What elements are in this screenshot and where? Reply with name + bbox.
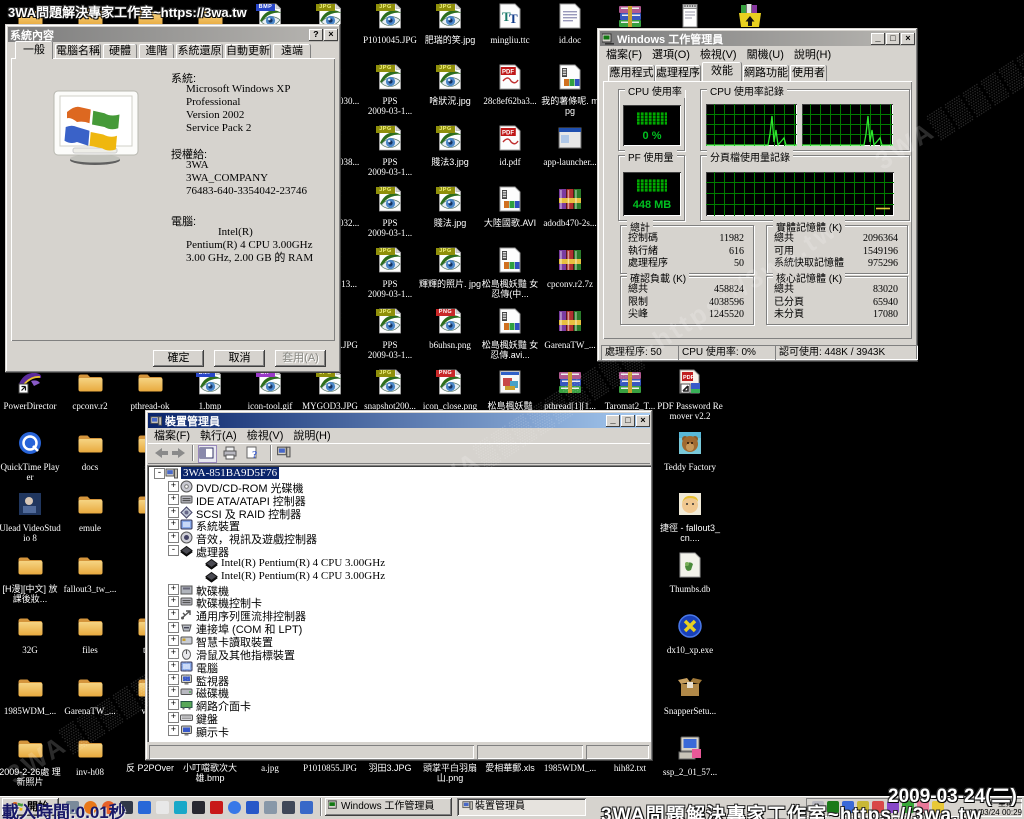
svg-text:?: ? [252, 449, 258, 460]
